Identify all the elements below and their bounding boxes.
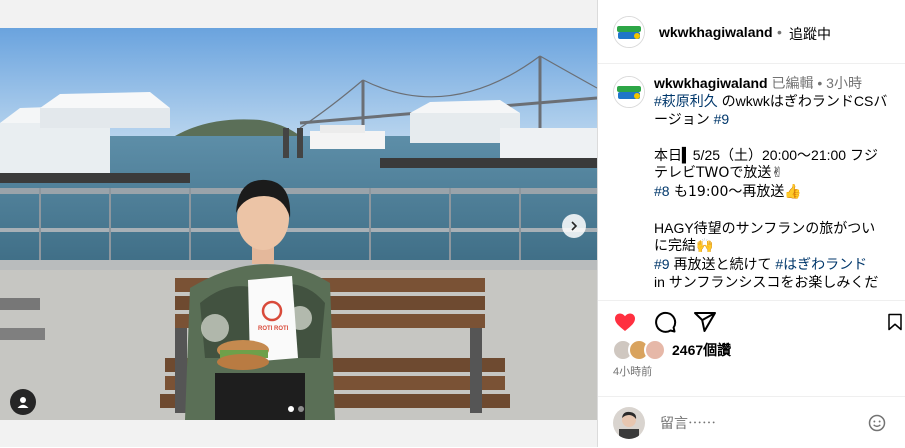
user-tag-icon — [17, 397, 29, 408]
likes-count[interactable]: 2467個讚 — [672, 340, 731, 360]
following-button[interactable]: 追蹤中 — [789, 24, 831, 44]
save-button[interactable] — [886, 309, 904, 335]
caption-text: HAGY待望のサンフランの旅がつい — [654, 220, 876, 236]
bag-sign-text: ROTI ROTI — [258, 326, 289, 332]
caption-text: に完結🙌 — [654, 238, 714, 254]
hashtag-link[interactable]: #萩原利久 — [654, 93, 718, 109]
hashtag-link[interactable]: #9 — [714, 111, 730, 127]
viewer-avatar — [613, 407, 645, 439]
post-sidebar: wkwkhagiwaland • 追蹤中 wkwkhagiwaland 已編輯 … — [597, 0, 905, 447]
viewer-avatar-image — [613, 407, 645, 439]
post-time-ago[interactable]: 4小時前 — [613, 363, 652, 379]
header-separator: • — [777, 24, 782, 40]
account-logo-icon — [614, 17, 644, 47]
comment-bar — [598, 396, 905, 448]
comment-input[interactable] — [658, 413, 862, 433]
caption-separator: • — [817, 75, 823, 91]
tagged-users-button[interactable] — [10, 389, 36, 415]
comment-icon — [655, 311, 677, 333]
caption-text: テレビTWOで放送✌ — [654, 165, 784, 181]
caption-time[interactable]: 3小時 — [826, 75, 862, 91]
edited-label: 已編輯 — [771, 75, 814, 91]
caption-avatar[interactable] — [613, 76, 645, 108]
likes-row[interactable]: 2467個讚 — [612, 339, 731, 361]
caption-text: in サンフランシスコをお楽しみくだ — [654, 274, 879, 290]
post-caption: wkwkhagiwaland 已編輯 • 3小時 #萩原利久 のwkwkはぎわラ… — [654, 74, 904, 291]
caption-text: のwkwkはぎわランドCSバ — [717, 93, 888, 109]
profile-avatar[interactable] — [613, 16, 645, 48]
like-button[interactable] — [612, 309, 638, 335]
carousel-indicator — [288, 406, 304, 412]
share-button[interactable] — [692, 309, 718, 335]
share-icon — [694, 312, 716, 332]
hashtag-link[interactable]: #はぎわランド — [775, 256, 867, 272]
caption-text: 再放送と続けて — [669, 256, 776, 272]
bookmark-icon — [888, 313, 902, 331]
account-logo-icon — [614, 77, 644, 107]
heart-filled-icon — [615, 313, 635, 331]
caption-text: ージョン — [654, 111, 714, 127]
hashtag-link[interactable]: #9 — [654, 256, 670, 272]
carousel-dot-active — [288, 406, 294, 412]
post-media: ROTI ROTI — [0, 0, 597, 447]
caption-text: も19:00～再放送👍 — [669, 184, 802, 200]
post-actions — [598, 300, 905, 341]
chevron-right-icon — [571, 221, 578, 231]
post-header: wkwkhagiwaland • 追蹤中 — [598, 0, 905, 64]
caption-username[interactable]: wkwkhagiwaland — [654, 75, 768, 91]
photo-scene: ROTI ROTI — [0, 28, 597, 420]
hashtag-link[interactable]: #8 — [654, 183, 670, 199]
carousel-next-button[interactable] — [562, 214, 586, 238]
comment-button[interactable] — [652, 309, 678, 335]
liker-avatar — [644, 339, 666, 361]
caption-text: 本日▍5/25（土）20:00～21:00 フジ — [654, 147, 878, 163]
header-username[interactable]: wkwkhagiwaland — [659, 24, 773, 40]
post-photo[interactable]: ROTI ROTI — [0, 28, 597, 420]
emoji-icon[interactable] — [868, 414, 886, 432]
carousel-dot — [298, 406, 304, 412]
